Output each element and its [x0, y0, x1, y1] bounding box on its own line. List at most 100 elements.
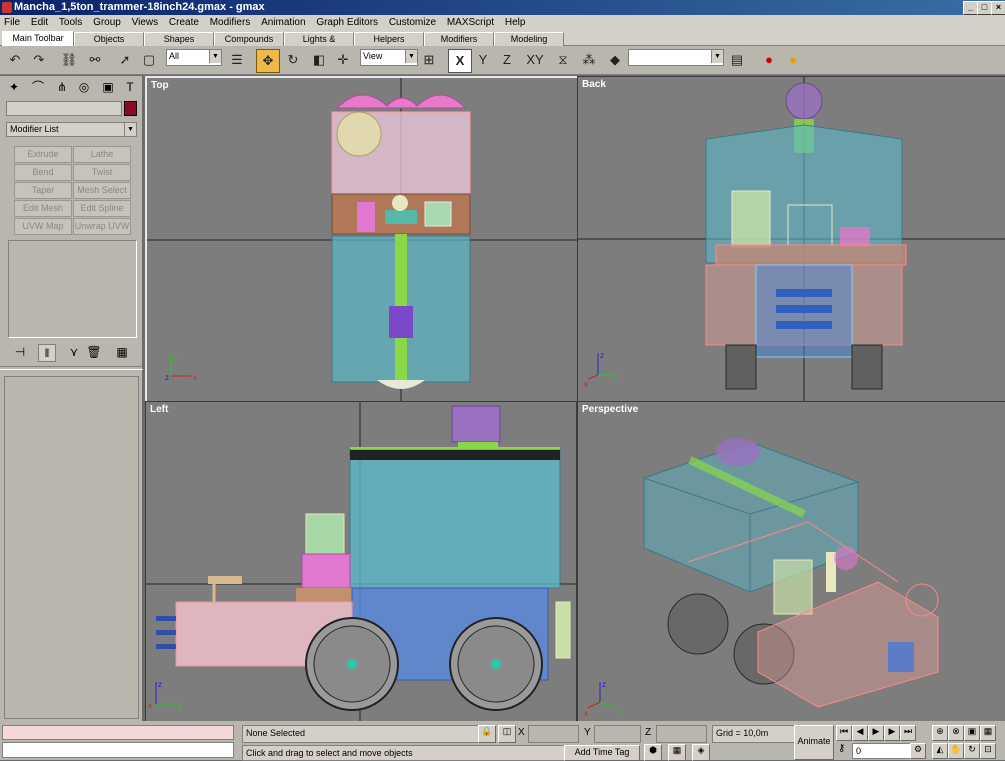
motion-icon[interactable]: ◎	[76, 79, 92, 95]
edit-mesh-button[interactable]: Edit Mesh	[14, 200, 72, 217]
mirror-icon[interactable]: ⧖	[552, 49, 574, 71]
tab-objects[interactable]: Objects	[74, 32, 144, 46]
lathe-button[interactable]: Lathe	[73, 146, 131, 163]
menu-views[interactable]: Views	[128, 15, 163, 31]
show-end-result-icon[interactable]: ‖	[38, 344, 56, 362]
menu-graph-editors[interactable]: Graph Editors	[312, 15, 382, 31]
utilities-icon[interactable]: T	[122, 79, 138, 95]
rotate-icon[interactable]: ↻	[282, 49, 304, 71]
select-by-name-icon[interactable]: ☰	[226, 49, 248, 71]
tab-modifiers[interactable]: Modifiers	[424, 32, 494, 46]
menu-group[interactable]: Group	[89, 15, 125, 31]
menu-customize[interactable]: Customize	[385, 15, 440, 31]
play-icon[interactable]: ▶	[868, 725, 884, 741]
align-icon[interactable]: ⁂	[578, 49, 600, 71]
tab-helpers[interactable]: Helpers	[354, 32, 424, 46]
maximize-button[interactable]: □	[977, 1, 992, 15]
tab-shapes[interactable]: Shapes	[144, 32, 214, 46]
link-icon[interactable]: ⛓	[58, 49, 80, 71]
edit-spline-button[interactable]: Edit Spline	[73, 200, 131, 217]
redo-icon[interactable]: ↷	[28, 49, 50, 71]
selection-region-icon[interactable]: ▢	[138, 49, 160, 71]
viewport-back[interactable]: Back z y x	[577, 76, 1005, 402]
menu-file[interactable]: File	[0, 15, 24, 31]
arc-rotate-icon[interactable]: ◈	[692, 744, 710, 761]
tab-modeling[interactable]: Modeling	[494, 32, 564, 46]
tab-compounds[interactable]: Compounds	[214, 32, 284, 46]
selection-filter-dropdown[interactable]: All ▼	[166, 49, 222, 66]
select-arrow-icon[interactable]: ➚	[114, 49, 136, 71]
object-color-swatch[interactable]	[124, 101, 137, 116]
axis-x-button[interactable]: X	[448, 49, 472, 73]
pan-icon[interactable]: ✋	[948, 743, 964, 759]
y-coord-field[interactable]	[594, 725, 641, 743]
menu-animation[interactable]: Animation	[257, 15, 309, 31]
modifier-list-dropdown[interactable]: Modifier List ▼	[6, 122, 137, 137]
taper-button[interactable]: Taper	[14, 182, 72, 199]
menu-tools[interactable]: Tools	[55, 15, 86, 31]
configure-sets-icon[interactable]: ▦	[114, 344, 130, 360]
min-max-toggle-icon[interactable]: ⊡	[980, 743, 996, 759]
snap-icon[interactable]: ◆	[604, 49, 626, 71]
render-icon[interactable]: ●	[758, 49, 780, 71]
go-to-end-icon[interactable]: ⏭	[900, 725, 916, 741]
menu-maxscript[interactable]: MAXScript	[443, 15, 498, 31]
use-center-icon[interactable]: ⊞	[418, 49, 440, 71]
zoom-extents-all-icon[interactable]: ▦	[980, 725, 996, 741]
extrude-button[interactable]: Extrude	[14, 146, 72, 163]
add-time-tag-button[interactable]: Add Time Tag	[564, 745, 640, 761]
z-coord-field[interactable]	[656, 725, 707, 743]
next-frame-icon[interactable]: ▶	[884, 725, 900, 741]
display-icon[interactable]: ▣	[100, 79, 116, 95]
ref-coord-dropdown[interactable]: View ▼	[360, 49, 418, 66]
twist-button[interactable]: Twist	[73, 164, 131, 181]
viewport-perspective[interactable]: Perspective z y x	[577, 401, 1005, 723]
layers-icon[interactable]: ▤	[726, 49, 748, 71]
current-frame-field[interactable]: 0	[852, 743, 911, 759]
axis-xy-button[interactable]: XY	[522, 49, 548, 71]
unlink-icon[interactable]: ⚯	[84, 49, 106, 71]
zoom-all-icon[interactable]: ⊗	[948, 725, 964, 741]
tab-main-toolbar[interactable]: Main Toolbar	[2, 31, 74, 47]
modify-icon[interactable]: ⌒	[30, 79, 46, 95]
absolute-mode-icon[interactable]: ◫	[498, 725, 516, 743]
mesh-select-button[interactable]: Mesh Select	[73, 182, 131, 199]
make-unique-icon[interactable]: ⋎	[66, 344, 82, 360]
menu-help[interactable]: Help	[501, 15, 530, 31]
menu-modifiers[interactable]: Modifiers	[206, 15, 255, 31]
zoom-extents-icon[interactable]: ⬢	[644, 744, 662, 761]
maxscript-listener-pink[interactable]	[2, 725, 234, 740]
axis-y-button[interactable]: Y	[472, 49, 494, 71]
remove-modifier-icon[interactable]: 🗑	[86, 344, 102, 360]
time-config-icon[interactable]: ⚙	[910, 743, 926, 759]
modifier-stack[interactable]	[8, 240, 137, 338]
close-button[interactable]: ×	[991, 1, 1005, 15]
x-coord-field[interactable]	[528, 725, 579, 743]
region-zoom-icon[interactable]: ▦	[668, 744, 686, 761]
tab-lights-cameras[interactable]: Lights & Cameras	[284, 32, 354, 57]
uvw-map-button[interactable]: UVW Map	[14, 218, 72, 235]
lock-icon[interactable]: 🔒	[478, 725, 496, 743]
arc-rotate-view-icon[interactable]: ↻	[964, 743, 980, 759]
unwrap-uvw-button[interactable]: Unwrap UVW	[73, 218, 131, 235]
pin-stack-icon[interactable]: ⊣	[12, 344, 28, 360]
minimize-button[interactable]: _	[963, 1, 978, 15]
named-selection-dropdown[interactable]: ▼	[628, 49, 724, 66]
zoom-icon[interactable]: ⊕	[932, 725, 948, 741]
viewport-left[interactable]: Left z y x	[145, 401, 577, 723]
maxscript-listener-white[interactable]	[2, 742, 234, 758]
field-of-view-icon[interactable]: ◭	[932, 743, 948, 759]
previous-frame-icon[interactable]: ◀	[852, 725, 868, 741]
move-icon[interactable]: ✥	[256, 49, 280, 73]
undo-icon[interactable]: ↶	[4, 49, 26, 71]
menu-edit[interactable]: Edit	[27, 15, 52, 31]
go-to-start-icon[interactable]: ⏮	[836, 725, 852, 741]
bend-button[interactable]: Bend	[14, 164, 72, 181]
axis-z-button[interactable]: Z	[496, 49, 518, 71]
object-name-field[interactable]	[6, 101, 122, 116]
hierarchy-icon[interactable]: ⋔	[54, 79, 70, 95]
pivot-icon[interactable]: ✛	[332, 49, 354, 71]
animate-button[interactable]: Animate	[794, 725, 834, 760]
menu-create[interactable]: Create	[165, 15, 203, 31]
create-icon[interactable]: ✦	[6, 79, 22, 95]
